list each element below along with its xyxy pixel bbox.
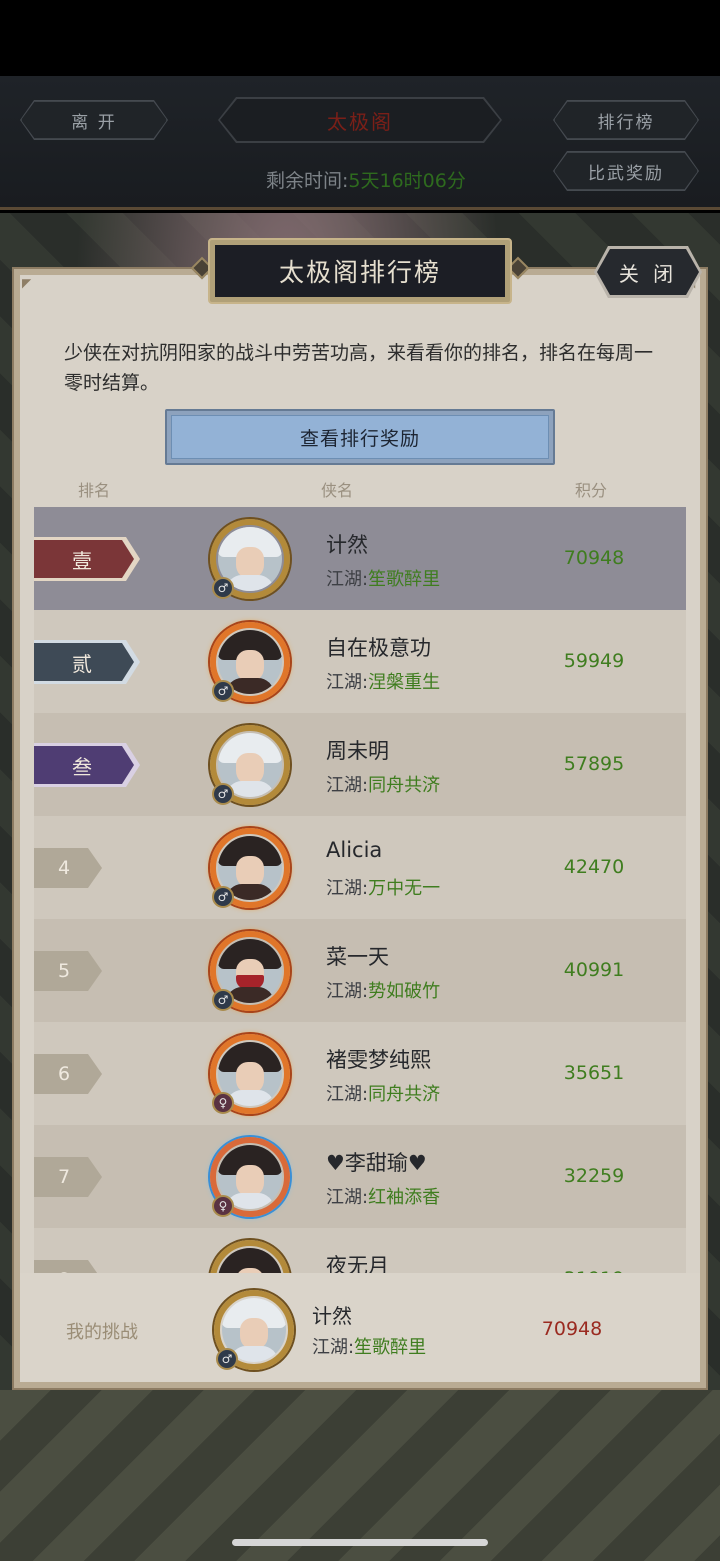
player-name: Alicia: [326, 838, 383, 862]
player-avatar[interactable]: ♂: [210, 828, 290, 908]
player-avatar[interactable]: ♀: [210, 1034, 290, 1114]
female-icon: ♀: [212, 1092, 234, 1114]
ranking-row[interactable]: 4 ♂ Alicia 江湖:万中无一 42470: [34, 816, 686, 919]
status-bar: [0, 0, 720, 76]
ranking-row[interactable]: 叁 ♂ 周未明 江湖:同舟共济 57895: [34, 713, 686, 816]
player-score: 70948: [563, 547, 625, 569]
player-score: 35651: [563, 1062, 625, 1084]
player-guild: 江湖:万中无一: [326, 878, 441, 899]
player-guild: 江湖:势如破竹: [326, 981, 441, 1002]
player-name: 周未明: [326, 739, 389, 763]
player-avatar[interactable]: ♂: [210, 1240, 290, 1273]
male-icon: ♂: [212, 783, 234, 805]
ranking-row[interactable]: 壹 ♂ 计然 江湖:笙歌醉里 70948: [34, 507, 686, 610]
rank-badge-silver: 贰: [34, 640, 140, 684]
player-name: 夜无月: [326, 1254, 389, 1273]
ranking-row[interactable]: 7 ♀ ♥李甜瑜♥ 江湖:红袖添香 32259: [34, 1125, 686, 1228]
timer-value: 5天16时06分: [348, 170, 466, 192]
male-icon: ♂: [212, 577, 234, 599]
ranking-list[interactable]: 壹 ♂ 计然 江湖:笙歌醉里 70948 贰 ♂ 自在极意功 江湖:涅槃重生 5…: [34, 507, 686, 1273]
my-avatar[interactable]: ♂: [214, 1290, 294, 1370]
male-icon: ♂: [212, 886, 234, 908]
player-avatar[interactable]: ♂: [210, 519, 290, 599]
location-plaque: 太极阁: [218, 97, 502, 143]
background-floor: [0, 1390, 720, 1561]
rank-number: 6: [34, 1054, 102, 1094]
female-icon: ♀: [212, 1195, 234, 1217]
player-guild: 江湖:涅槃重生: [326, 672, 441, 693]
male-icon: ♂: [216, 1348, 238, 1370]
rank-number: 7: [34, 1157, 102, 1197]
player-guild: 江湖:同舟共济: [326, 775, 441, 796]
column-header-score: 积分: [575, 481, 608, 500]
rank-badge-gold: 壹: [34, 537, 140, 581]
player-score: 59949: [563, 650, 625, 672]
player-score: 42470: [563, 856, 625, 878]
leave-button[interactable]: 离 开: [21, 101, 167, 139]
ranking-row[interactable]: 5 ♂ 菜一天 江湖:势如破竹 40991: [34, 919, 686, 1022]
player-guild: 江湖:同舟共济: [326, 1084, 441, 1105]
view-rewards-button[interactable]: 查看排行奖励: [165, 409, 555, 465]
corner-ornament-icon: ◤: [22, 276, 32, 290]
player-name: 菜一天: [326, 945, 389, 969]
timer-label: 剩余时间:: [266, 170, 349, 192]
column-header-rank: 排名: [78, 481, 111, 500]
rank-number: 8: [34, 1260, 102, 1273]
player-score: 57895: [563, 753, 625, 775]
ranking-row[interactable]: 6 ♀ 褚雯梦纯熙 江湖:同舟共济 35651: [34, 1022, 686, 1125]
player-guild: 江湖:红袖添香: [326, 1187, 441, 1208]
close-button-label: 关 闭: [597, 249, 699, 295]
panel-title-plaque: 太极阁排行榜: [208, 238, 512, 304]
player-avatar[interactable]: ♂: [210, 931, 290, 1011]
ranking-row[interactable]: 贰 ♂ 自在极意功 江湖:涅槃重生 59949: [34, 610, 686, 713]
player-avatar[interactable]: ♂: [210, 622, 290, 702]
leaderboard-button[interactable]: 排行榜: [554, 101, 698, 139]
player-name: ♥李甜瑜♥: [326, 1151, 427, 1175]
location-title: 太极阁: [220, 99, 500, 141]
my-score: 70948: [541, 1318, 603, 1340]
panel-description: 少侠在对抗阴阳家的战斗中劳苦功高，来看看你的排名，排名在每周一零时结算。: [64, 342, 654, 394]
remaining-time: 剩余时间:5天16时06分: [266, 166, 466, 193]
my-challenge-label: 我的挑战: [66, 1322, 138, 1343]
view-rewards-label: 查看排行奖励: [171, 415, 549, 459]
my-guild: 江湖:笙歌醉里: [312, 1337, 427, 1358]
male-icon: ♂: [212, 680, 234, 702]
rank-number: 4: [34, 848, 102, 888]
duel-reward-button[interactable]: 比武奖励: [554, 152, 698, 190]
male-icon: ♂: [212, 989, 234, 1011]
ranking-row[interactable]: 8 ♂ 夜无月 江湖: 31919: [34, 1228, 686, 1273]
panel-title: 太极阁排行榜: [215, 245, 505, 297]
player-avatar[interactable]: ♀: [210, 1137, 290, 1217]
player-score: 40991: [563, 959, 625, 981]
player-score: 32259: [563, 1165, 625, 1187]
my-name: 计然: [312, 1304, 352, 1328]
rank-badge-bronze: 叁: [34, 743, 140, 787]
rank-number: 5: [34, 951, 102, 991]
player-avatar[interactable]: ♂: [210, 725, 290, 805]
player-name: 自在极意功: [326, 636, 431, 660]
player-name: 计然: [326, 533, 368, 557]
close-button[interactable]: 关 闭: [594, 246, 702, 298]
home-indicator[interactable]: [232, 1539, 488, 1546]
player-guild: 江湖:笙歌醉里: [326, 569, 441, 590]
column-header-name: 侠名: [321, 481, 354, 500]
player-name: 褚雯梦纯熙: [326, 1048, 431, 1072]
